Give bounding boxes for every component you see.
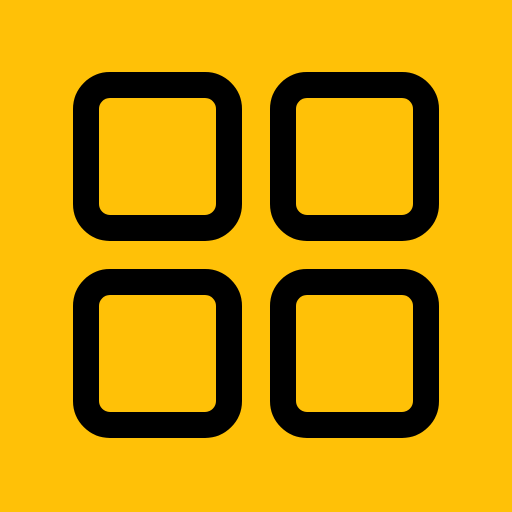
grid-icon (0, 0, 512, 512)
background (0, 0, 512, 512)
app-icon-canvas (0, 0, 512, 512)
